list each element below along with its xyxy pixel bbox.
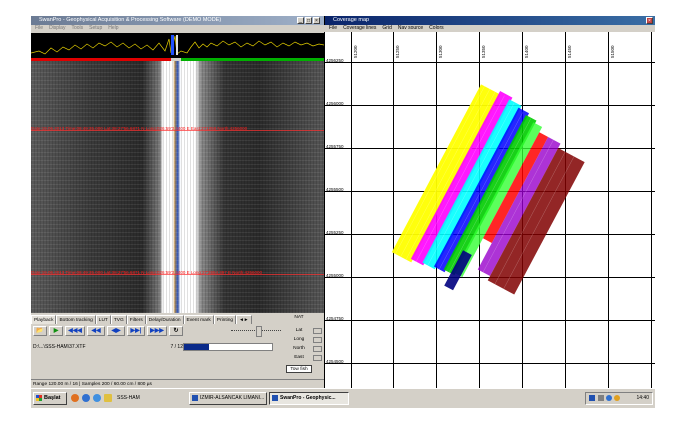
ie-icon[interactable] bbox=[82, 394, 90, 402]
quicklaunch-folder-label[interactable]: SSS-HAM bbox=[117, 394, 140, 402]
network-icon[interactable] bbox=[598, 395, 604, 401]
swanpro-window-controls: _ □ × bbox=[297, 17, 320, 24]
step-button[interactable]: ◀▶ bbox=[107, 326, 125, 336]
coverage-title-bar[interactable]: Coverage map bbox=[325, 16, 655, 25]
tab-printing[interactable]: Printing bbox=[213, 315, 237, 324]
tab-filters[interactable]: Filters bbox=[126, 315, 146, 324]
coverage-menu-bar: File Coverage lines Grid Nav source Colo… bbox=[325, 25, 655, 32]
maximize-button[interactable]: □ bbox=[305, 17, 312, 24]
open-folder-button[interactable]: 📂 bbox=[33, 326, 47, 336]
menu-coverage-lines[interactable]: Coverage lines bbox=[343, 25, 376, 32]
taskbar-item-document[interactable]: IZMIR-ALSANCAK LIMANI... bbox=[189, 392, 267, 405]
swanpro-menu-bar: File Display Tools Setup Help bbox=[31, 25, 328, 32]
language-icon[interactable] bbox=[589, 395, 595, 401]
windows-logo-icon bbox=[36, 395, 42, 401]
play-button[interactable]: ▶ bbox=[49, 326, 63, 336]
tab-bottom-tracking[interactable]: Bottom tracking bbox=[56, 315, 96, 324]
task-label: IZMIR-ALSANCAK LIMANI... bbox=[200, 395, 265, 401]
swanpro-title-bar[interactable]: SwanPro - Geophysical Acquisition & Proc… bbox=[31, 16, 324, 25]
minimize-button[interactable]: _ bbox=[297, 17, 304, 24]
firefox-icon[interactable] bbox=[71, 394, 79, 402]
folder-icon[interactable] bbox=[104, 394, 112, 402]
taskbar-item-swanpro[interactable]: SwanPro - Geophysic... bbox=[269, 392, 349, 405]
menu-setup[interactable]: Setup bbox=[89, 25, 102, 32]
file-progress-bar bbox=[183, 343, 273, 351]
menu-file[interactable]: File bbox=[329, 25, 337, 32]
coverage-window-controls: × bbox=[646, 17, 653, 24]
nav-north-label: North bbox=[293, 346, 305, 351]
loop-icon[interactable]: ↻ bbox=[169, 326, 183, 336]
control-tabs: Playback Bottom tracking LUT TVG Filters… bbox=[31, 315, 252, 324]
tab-scroll-arrows[interactable]: ◄► bbox=[236, 315, 252, 324]
tab-delay-duration[interactable]: Delay/Duration bbox=[145, 315, 184, 324]
forward-fast-button[interactable]: ▶▶▶ bbox=[147, 326, 167, 336]
swanpro-window: SwanPro - Geophysical Acquisition & Proc… bbox=[31, 16, 328, 408]
coverage-map-canvas[interactable]: 51200 51250 51300 51350 51400 51450 5150… bbox=[325, 32, 655, 388]
system-tray: 14:40 bbox=[585, 392, 653, 405]
file-progress-fill bbox=[184, 344, 209, 350]
nav-east-label: East bbox=[294, 355, 304, 360]
desktop-icon[interactable] bbox=[93, 394, 101, 402]
start-button[interactable]: Başlat bbox=[33, 392, 67, 405]
event-annotation: Date:19.06.2013 Time:08:49:35.000 Lat:38… bbox=[31, 126, 248, 131]
menu-help[interactable]: Help bbox=[108, 25, 118, 32]
nav-lat-value bbox=[313, 328, 322, 334]
window-title: SwanPro - Geophysical Acquisition & Proc… bbox=[39, 17, 222, 23]
menu-grid[interactable]: Grid bbox=[382, 25, 391, 32]
signal-trace bbox=[31, 33, 324, 58]
coverage-swaths bbox=[391, 84, 585, 295]
tab-tvg[interactable]: TVG bbox=[110, 315, 127, 324]
desktop-screen: SwanPro - Geophysical Acquisition & Proc… bbox=[31, 16, 655, 408]
tab-lut[interactable]: LUT bbox=[95, 315, 111, 324]
control-panel: Playback Bottom tracking LUT TVG Filters… bbox=[31, 313, 324, 376]
menu-tools[interactable]: Tools bbox=[71, 25, 83, 32]
playback-toolbar: 📂 ▶ ◀◀◀ ◀◀ ◀▶ ▶▶| ▶▶▶ ↻ bbox=[33, 326, 183, 336]
volume-icon[interactable] bbox=[606, 395, 612, 401]
nav-title: NAT bbox=[294, 315, 304, 320]
menu-display[interactable]: Display bbox=[49, 25, 65, 32]
towfish-button[interactable]: Tow fish bbox=[286, 365, 312, 373]
document-icon bbox=[192, 395, 198, 401]
rewind-fast-button[interactable]: ◀◀◀ bbox=[65, 326, 85, 336]
tab-playback[interactable]: Playback bbox=[31, 315, 57, 324]
close-button[interactable]: × bbox=[313, 17, 320, 24]
taskbar: Başlat SSS-HAM IZMIR-ALSANCAK LIMANI... … bbox=[31, 388, 655, 408]
file-count: 7 / 12 bbox=[170, 344, 183, 350]
window-title: Coverage map bbox=[333, 17, 370, 23]
slider-thumb[interactable] bbox=[256, 326, 262, 337]
close-button[interactable]: × bbox=[646, 17, 653, 24]
task-label: SwanPro - Geophysic... bbox=[280, 395, 336, 401]
file-path: D:\...\SSS-HAM\37.XTF bbox=[33, 344, 86, 350]
nav-east-value bbox=[313, 355, 322, 361]
tab-event-mark[interactable]: Event mark bbox=[183, 315, 214, 324]
nav-north-value bbox=[313, 346, 322, 352]
rewind-button[interactable]: ◀◀ bbox=[87, 326, 105, 336]
nav-lat-label: Lat bbox=[295, 328, 303, 333]
event-annotation: Date:19.06.2013 Time:08:49:35.000 Lat:38… bbox=[31, 270, 263, 275]
nav-long-label: Long bbox=[293, 337, 305, 342]
status-bar: Range 120.00 m / 16 | Samples 200 / 60.0… bbox=[31, 379, 324, 388]
start-label: Başlat bbox=[44, 395, 61, 401]
nav-panel: NAT Lat Long North East Tow fish bbox=[286, 315, 322, 373]
coverage-map-window: Coverage map × File Coverage lines Grid … bbox=[325, 16, 655, 388]
menu-file[interactable]: File bbox=[35, 25, 43, 32]
menu-nav-source[interactable]: Nav source bbox=[398, 25, 423, 32]
forward-button[interactable]: ▶▶| bbox=[127, 326, 145, 336]
security-icon[interactable] bbox=[614, 395, 620, 401]
menu-colors[interactable]: Colors bbox=[429, 25, 443, 32]
nav-long-value bbox=[313, 337, 322, 343]
swanpro-icon bbox=[272, 395, 278, 401]
sonar-waterfall[interactable]: Date:19.06.2013 Time:08:49:35.000 Lat:38… bbox=[31, 61, 324, 313]
clock: 14:40 bbox=[636, 395, 649, 401]
